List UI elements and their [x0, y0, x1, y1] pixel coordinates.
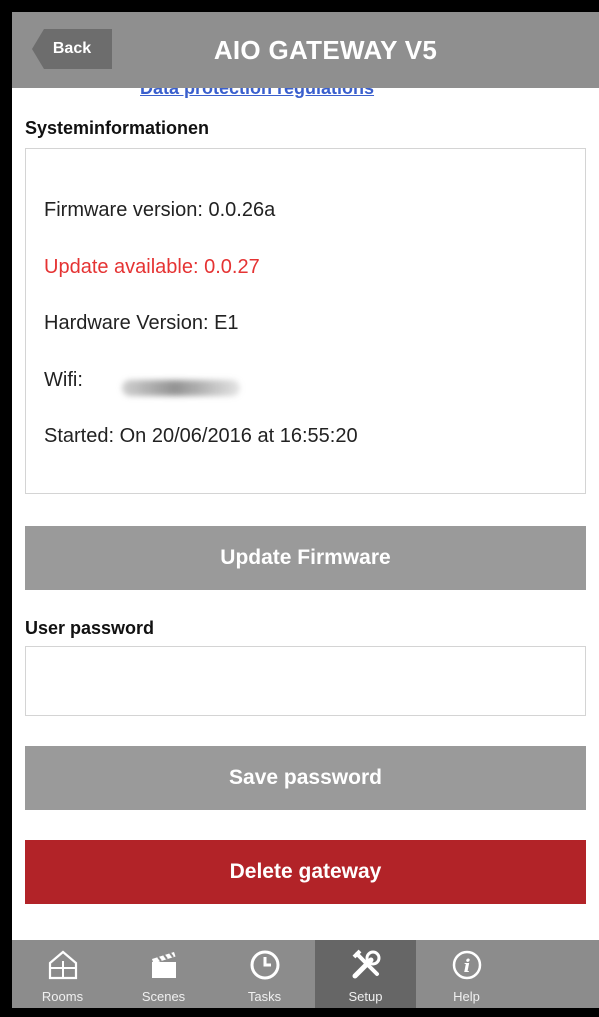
save-password-button[interactable]: Save password — [25, 746, 586, 810]
update-firmware-button[interactable]: Update Firmware — [25, 526, 586, 590]
tab-setup[interactable]: Setup — [315, 940, 416, 1008]
device-edge-top — [0, 0, 599, 12]
device-edge-bottom — [0, 1008, 599, 1017]
tab-rooms[interactable]: Rooms — [12, 940, 113, 1008]
firmware-version-text: Firmware version: 0.0.26a — [44, 199, 276, 221]
tab-help[interactable]: i Help — [416, 940, 517, 1008]
bottom-tab-bar: Rooms Scenes Tasks Setup i Help — [12, 940, 599, 1008]
tools-icon — [352, 949, 380, 979]
system-info-heading: Systeminformationen — [25, 118, 210, 138]
app-header: Back AIO GATEWAY V5 — [12, 12, 599, 88]
update-available-text: Update available: 0.0.27 — [44, 256, 260, 278]
tab-label: Setup — [348, 989, 383, 1004]
tab-label: Scenes — [141, 989, 186, 1004]
hardware-version-text: Hardware Version: E1 — [44, 312, 239, 334]
tab-label: Help — [453, 989, 480, 1004]
house-grid-icon — [48, 950, 77, 980]
user-password-input[interactable] — [25, 646, 586, 716]
wifi-row: Wifi: — [44, 369, 284, 403]
clock-icon — [250, 950, 279, 980]
system-info-box: Firmware version: 0.0.26a Update availab… — [25, 148, 586, 494]
clapperboard-icon — [151, 952, 176, 978]
tab-tasks[interactable]: Tasks — [214, 940, 315, 1008]
data-protection-link[interactable]: Data protection regulations — [140, 88, 374, 99]
delete-gateway-button[interactable]: Delete gateway — [25, 840, 586, 904]
tab-label: Rooms — [41, 989, 84, 1004]
page-title: AIO GATEWAY V5 — [213, 34, 438, 65]
info-icon: i — [452, 950, 481, 980]
settings-content[interactable]: Data protection regulations Systeminform… — [12, 88, 599, 940]
device-edge-left — [0, 0, 12, 1017]
tab-label: Tasks — [247, 989, 282, 1004]
tab-scenes[interactable]: Scenes — [113, 940, 214, 1008]
back-button[interactable]: Back — [32, 29, 112, 69]
user-password-label: User password — [25, 618, 155, 638]
wifi-name-redacted — [122, 380, 240, 396]
wifi-label: Wifi: — [44, 369, 83, 391]
started-text: Started: On 20/06/2016 at 16:55:20 — [44, 425, 358, 447]
app-screen: Back AIO GATEWAY V5 Data protection regu… — [0, 0, 599, 1017]
svg-text:i: i — [463, 956, 470, 977]
